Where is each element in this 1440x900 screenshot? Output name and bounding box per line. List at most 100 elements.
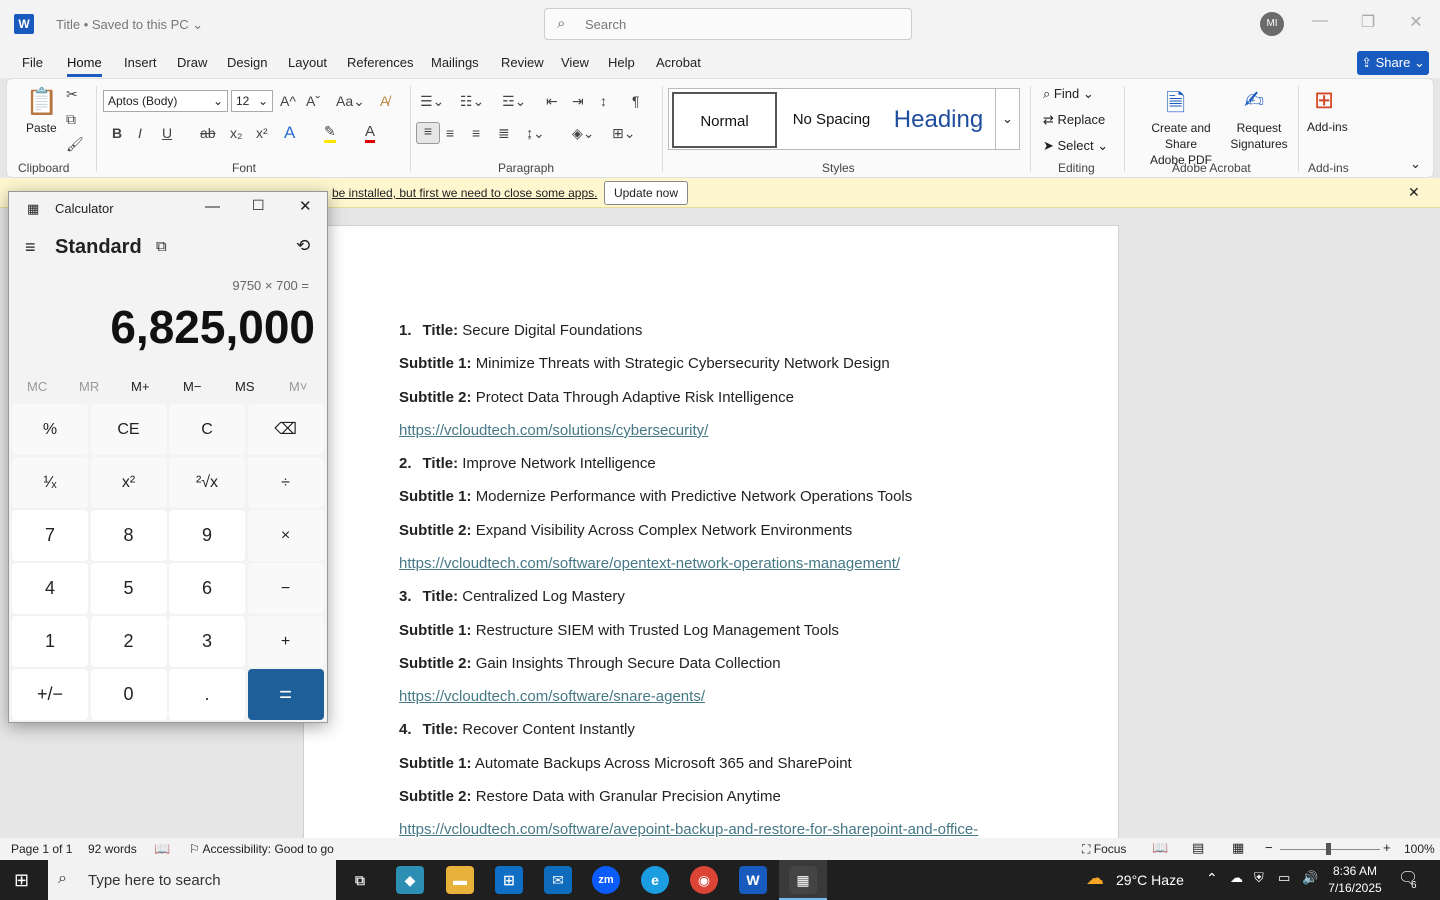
subscript-icon[interactable]: x₂	[230, 125, 242, 141]
menu-view[interactable]: View	[561, 55, 589, 70]
clear-entry-button[interactable]: CE	[90, 404, 167, 455]
digit-5-button[interactable]: 5	[90, 563, 167, 614]
menu-insert[interactable]: Insert	[124, 55, 157, 70]
menu-review[interactable]: Review	[501, 55, 544, 70]
doc-subtitle-line[interactable]: Subtitle 2: Expand Visibility Across Com…	[399, 522, 852, 539]
square-root-button[interactable]: ²√x	[169, 457, 245, 508]
doc-title-line[interactable]: 2. Title: Improve Network Intelligence	[399, 455, 656, 472]
word-taskbar-icon[interactable]: W	[739, 866, 767, 894]
search-box[interactable]: ⌕ Search	[544, 8, 912, 40]
zoom-out-icon[interactable]: −	[1265, 840, 1273, 855]
digit-0-button[interactable]: 0	[90, 669, 167, 720]
restore-icon[interactable]: ❐	[1353, 12, 1383, 32]
justify-icon[interactable]: ≣	[498, 125, 510, 142]
decrease-indent-icon[interactable]: ⇤	[546, 93, 558, 110]
document-title[interactable]: Title • Saved to this PC ⌄	[56, 17, 203, 33]
digit-1-button[interactable]: 1	[12, 616, 88, 667]
cut-icon[interactable]: ✂	[66, 86, 78, 103]
menu-file[interactable]: File	[22, 55, 43, 70]
align-center-icon[interactable]: ≡	[446, 125, 454, 141]
numbering-icon[interactable]: ☷⌄	[460, 93, 484, 110]
reciprocal-button[interactable]: ¹⁄ₓ	[12, 457, 88, 508]
print-layout-icon[interactable]: ▤	[1192, 840, 1204, 856]
percent-button[interactable]: %	[12, 404, 88, 455]
equals-button[interactable]: =	[247, 669, 324, 720]
taskbar-search[interactable]: ⌕ Type here to search	[48, 860, 336, 900]
accessibility-status[interactable]: ⚐ Accessibility: Good to go	[189, 842, 334, 856]
menu-hamburger-icon[interactable]: ≡	[25, 237, 36, 258]
multilevel-list-icon[interactable]: ☲⌄	[502, 93, 526, 110]
sort-icon[interactable]: ↕	[600, 93, 607, 109]
menu-acrobat[interactable]: Acrobat	[656, 55, 701, 70]
subtract-button[interactable]: −	[247, 563, 324, 614]
proofing-icon[interactable]: 📖	[154, 841, 170, 857]
avatar[interactable]: MI	[1260, 12, 1284, 36]
memory-list-button[interactable]: M˅	[289, 379, 307, 394]
menu-home[interactable]: Home	[67, 55, 102, 77]
doc-title-line[interactable]: 1. Title: Secure Digital Foundations	[399, 322, 642, 339]
show-hidden-icons-icon[interactable]: ⌃	[1206, 870, 1218, 887]
divide-button[interactable]: ÷	[247, 457, 324, 508]
line-spacing-icon[interactable]: ↨⌄	[526, 125, 545, 142]
zoom-app-icon[interactable]: zm	[592, 866, 620, 894]
add-ins-button[interactable]: Add-ins	[1307, 120, 1348, 134]
square-button[interactable]: x²	[90, 457, 167, 508]
font-name-select[interactable]: Aptos (Body) ⌄	[103, 90, 228, 112]
change-case-icon[interactable]: Aa⌄	[336, 93, 365, 110]
digit-6-button[interactable]: 6	[169, 563, 245, 614]
clear-button[interactable]: C	[169, 404, 245, 455]
strikethrough-icon[interactable]: ab	[200, 125, 216, 141]
store-icon[interactable]: ⊞	[495, 866, 523, 894]
digit-3-button[interactable]: 3	[169, 616, 245, 667]
app-icon[interactable]: ◆	[396, 866, 424, 894]
file-explorer-icon[interactable]: ▬	[446, 866, 474, 894]
calc-close-icon[interactable]: ✕	[299, 197, 312, 215]
history-icon[interactable]: ⟲	[296, 236, 310, 256]
page-count[interactable]: Page 1 of 1	[11, 842, 72, 856]
negate-button[interactable]: +/−	[12, 669, 88, 720]
doc-link[interactable]: https://vcloudtech.com/software/snare-ag…	[399, 688, 705, 705]
superscript-icon[interactable]: x²	[256, 125, 268, 141]
weather-text[interactable]: 29°C Haze	[1116, 872, 1184, 888]
digit-7-button[interactable]: 7	[12, 510, 88, 561]
doc-subtitle-line[interactable]: Subtitle 1: Minimize Threats with Strate…	[399, 355, 890, 372]
shading-icon[interactable]: ◈⌄	[572, 125, 595, 142]
underline-icon[interactable]: U	[162, 125, 172, 141]
update-now-button[interactable]: Update now	[604, 181, 688, 205]
memory-recall-button[interactable]: MR	[79, 379, 99, 394]
add-ins-icon[interactable]: ⊞	[1314, 86, 1334, 115]
shrink-font-icon[interactable]: Aˇ	[306, 93, 320, 109]
memory-clear-button[interactable]: MC	[27, 379, 47, 394]
font-color-icon[interactable]: A	[365, 123, 376, 143]
show-marks-icon[interactable]: ¶	[632, 93, 640, 109]
styles-more-icon[interactable]: ⌄	[995, 89, 1019, 149]
menu-references[interactable]: References	[347, 55, 413, 70]
doc-subtitle-line[interactable]: Subtitle 2: Restore Data with Granular P…	[399, 788, 781, 805]
mail-icon[interactable]: ✉	[544, 866, 572, 894]
style-no-spacing[interactable]: No Spacing	[779, 92, 884, 148]
memory-add-button[interactable]: M+	[131, 379, 149, 394]
doc-title-line[interactable]: 4. Title: Recover Content Instantly	[399, 721, 635, 738]
update-notice-text[interactable]: be installed, but first we need to close…	[332, 186, 597, 200]
menu-design[interactable]: Design	[227, 55, 267, 70]
digit-4-button[interactable]: 4	[12, 563, 88, 614]
network-icon[interactable]: ▭	[1278, 870, 1290, 886]
digit-8-button[interactable]: 8	[90, 510, 167, 561]
format-painter-icon[interactable]: 🖌	[66, 136, 84, 153]
doc-subtitle-line[interactable]: Subtitle 1: Restructure SIEM with Truste…	[399, 622, 839, 639]
doc-subtitle-line[interactable]: Subtitle 2: Gain Insights Through Secure…	[399, 655, 781, 672]
zoom-slider-thumb[interactable]	[1326, 843, 1331, 855]
security-icon[interactable]: ⛨	[1254, 870, 1264, 886]
doc-subtitle-line[interactable]: Subtitle 1: Automate Backups Across Micr…	[399, 755, 852, 772]
multiply-button[interactable]: ×	[247, 510, 324, 561]
calc-minimize-icon[interactable]: —	[205, 198, 220, 215]
keep-on-top-icon[interactable]: ⧉	[156, 238, 167, 255]
task-view-icon[interactable]: ⧉	[346, 866, 374, 894]
style-heading[interactable]: Heading	[886, 92, 991, 148]
doc-subtitle-line[interactable]: Subtitle 1: Modernize Performance with P…	[399, 488, 912, 505]
style-normal[interactable]: Normal	[672, 92, 777, 148]
align-left-icon[interactable]: ≡	[416, 122, 440, 144]
onedrive-icon[interactable]: ☁	[1230, 870, 1243, 886]
menu-mailings[interactable]: Mailings	[431, 55, 479, 70]
clear-formatting-icon[interactable]: A̸	[380, 93, 389, 109]
